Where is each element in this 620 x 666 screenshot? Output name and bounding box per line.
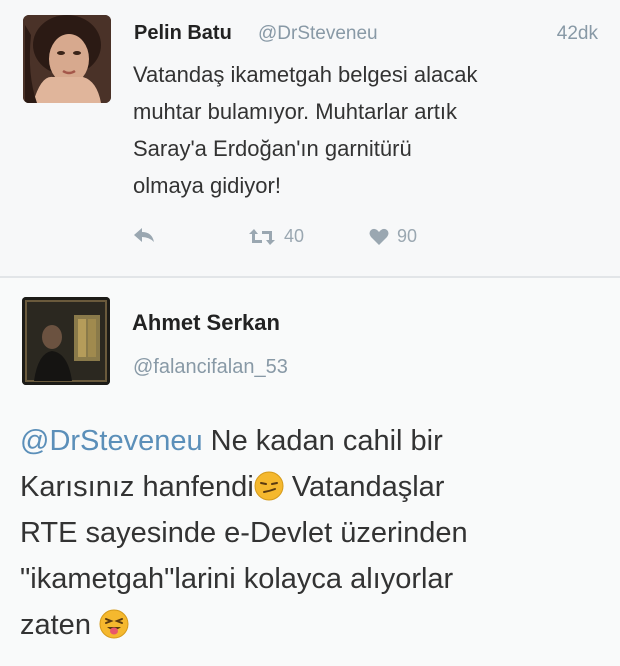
author-handle[interactable]: @falancifalan_53 bbox=[133, 356, 288, 379]
reply-button[interactable] bbox=[133, 226, 155, 244]
reply-icon bbox=[134, 228, 154, 242]
like-count: 90 bbox=[397, 226, 418, 246]
tweet-text-line: RTE sayesinde e-Devlet üzerinden bbox=[20, 517, 468, 549]
tweet-text-segment: zaten bbox=[20, 609, 99, 641]
tweet-card-2: Ahmet Serkan @falancifalan_53 @DrStevene… bbox=[0, 278, 620, 666]
tweet-text-line: @DrSteveneu Ne kadan cahil bir bbox=[20, 418, 600, 464]
tweet-text-segment: Ne kadan cahil bir bbox=[202, 425, 443, 457]
tongue-wink-emoji bbox=[99, 609, 129, 639]
tweet-text-line: Saray'a Erdoğan'ın garnitürü bbox=[133, 136, 412, 161]
tweet-text: @DrSteveneu Ne kadan cahil bir Karısınız… bbox=[20, 418, 600, 648]
tweet-card-1: Pelin Batu @DrSteveneu 42dk Vatandaş ika… bbox=[0, 0, 620, 276]
retweet-button[interactable]: 40 bbox=[248, 226, 304, 247]
tweet-text: Vatandaş ikametgah belgesi alacak muhtar… bbox=[133, 56, 603, 204]
timestamp[interactable]: 42dk bbox=[557, 23, 598, 45]
tweet-text-segment: Vatandaşlar bbox=[283, 471, 445, 503]
tweet-text-segment: Karısınız hanfendi bbox=[20, 471, 254, 503]
tweet-text-line: Karısınız hanfendi Vatandaşlar bbox=[20, 464, 600, 510]
tweet-actions: 40 90 bbox=[133, 226, 533, 252]
avatar-image bbox=[22, 297, 110, 385]
retweet-icon bbox=[249, 228, 275, 245]
smirk-emoji bbox=[254, 471, 284, 501]
avatar[interactable] bbox=[23, 15, 111, 103]
like-button[interactable]: 90 bbox=[369, 226, 417, 247]
author-name[interactable]: Ahmet Serkan bbox=[132, 310, 280, 336]
retweet-count: 40 bbox=[284, 226, 305, 246]
tweet-text-line: "ikametgah"larini kolayca alıyorlar bbox=[20, 563, 454, 595]
tweet-text-line: Vatandaş ikametgah belgesi alacak bbox=[133, 62, 478, 87]
author-name[interactable]: Pelin Batu bbox=[134, 22, 232, 45]
heart-icon bbox=[369, 228, 389, 245]
avatar[interactable] bbox=[22, 297, 110, 385]
mention-link[interactable]: @DrSteveneu bbox=[20, 425, 203, 457]
tweet-text-line: muhtar bulamıyor. Muhtarlar artık bbox=[133, 99, 458, 124]
author-handle[interactable]: @DrSteveneu bbox=[258, 23, 378, 45]
tweet-text-line: zaten bbox=[20, 602, 600, 648]
tweet-text-line: olmaya gidiyor! bbox=[133, 173, 281, 198]
avatar-image bbox=[23, 15, 111, 103]
